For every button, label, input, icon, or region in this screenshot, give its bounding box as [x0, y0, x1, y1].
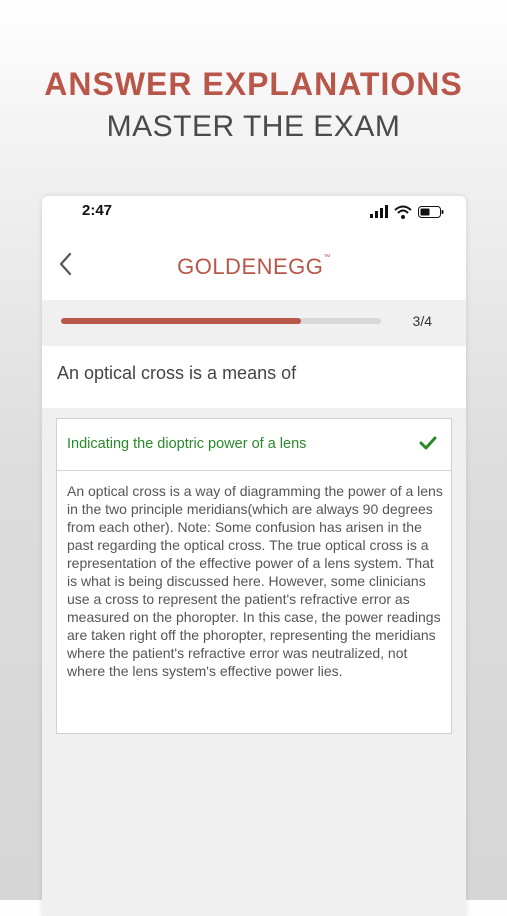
status-icons: [364, 205, 444, 219]
check-icon: [419, 436, 437, 450]
progress-bar: [61, 318, 381, 324]
logo-text: GOLDENEGG: [177, 254, 324, 279]
nav-bar: GOLDENEGG™: [42, 232, 466, 300]
status-bar: 2:47: [42, 196, 466, 232]
progress-section: 3/4: [42, 300, 466, 346]
question-panel: An optical cross is a means of: [42, 346, 466, 408]
wifi-icon: [394, 205, 412, 219]
progress-count: 3/4: [412, 313, 432, 329]
promo-headline: ANSWER EXPLANATIONS: [44, 66, 463, 102]
signal-icon: [370, 205, 388, 218]
answer-card: Indicating the dioptric power of a lens …: [56, 418, 452, 734]
phone-screen: 2:47 GOLDENEGG™ 3/4 An optical cross is …: [42, 196, 466, 916]
battery-icon: [418, 206, 444, 218]
answer-text: Indicating the dioptric power of a lens: [67, 436, 307, 452]
answer-explanation: An optical cross is a way of diagramming…: [67, 483, 443, 679]
question-text: An optical cross is a means of: [57, 363, 297, 383]
goldenegg-logo: GOLDENEGG™: [42, 254, 466, 280]
progress-bar-fill: [61, 318, 301, 324]
logo-trademark: ™: [323, 254, 331, 261]
promo-subheadline: MASTER THE EXAM: [106, 110, 401, 143]
status-time: 2:47: [82, 202, 113, 219]
answer-option-correct[interactable]: Indicating the dioptric power of a lens: [57, 419, 451, 471]
